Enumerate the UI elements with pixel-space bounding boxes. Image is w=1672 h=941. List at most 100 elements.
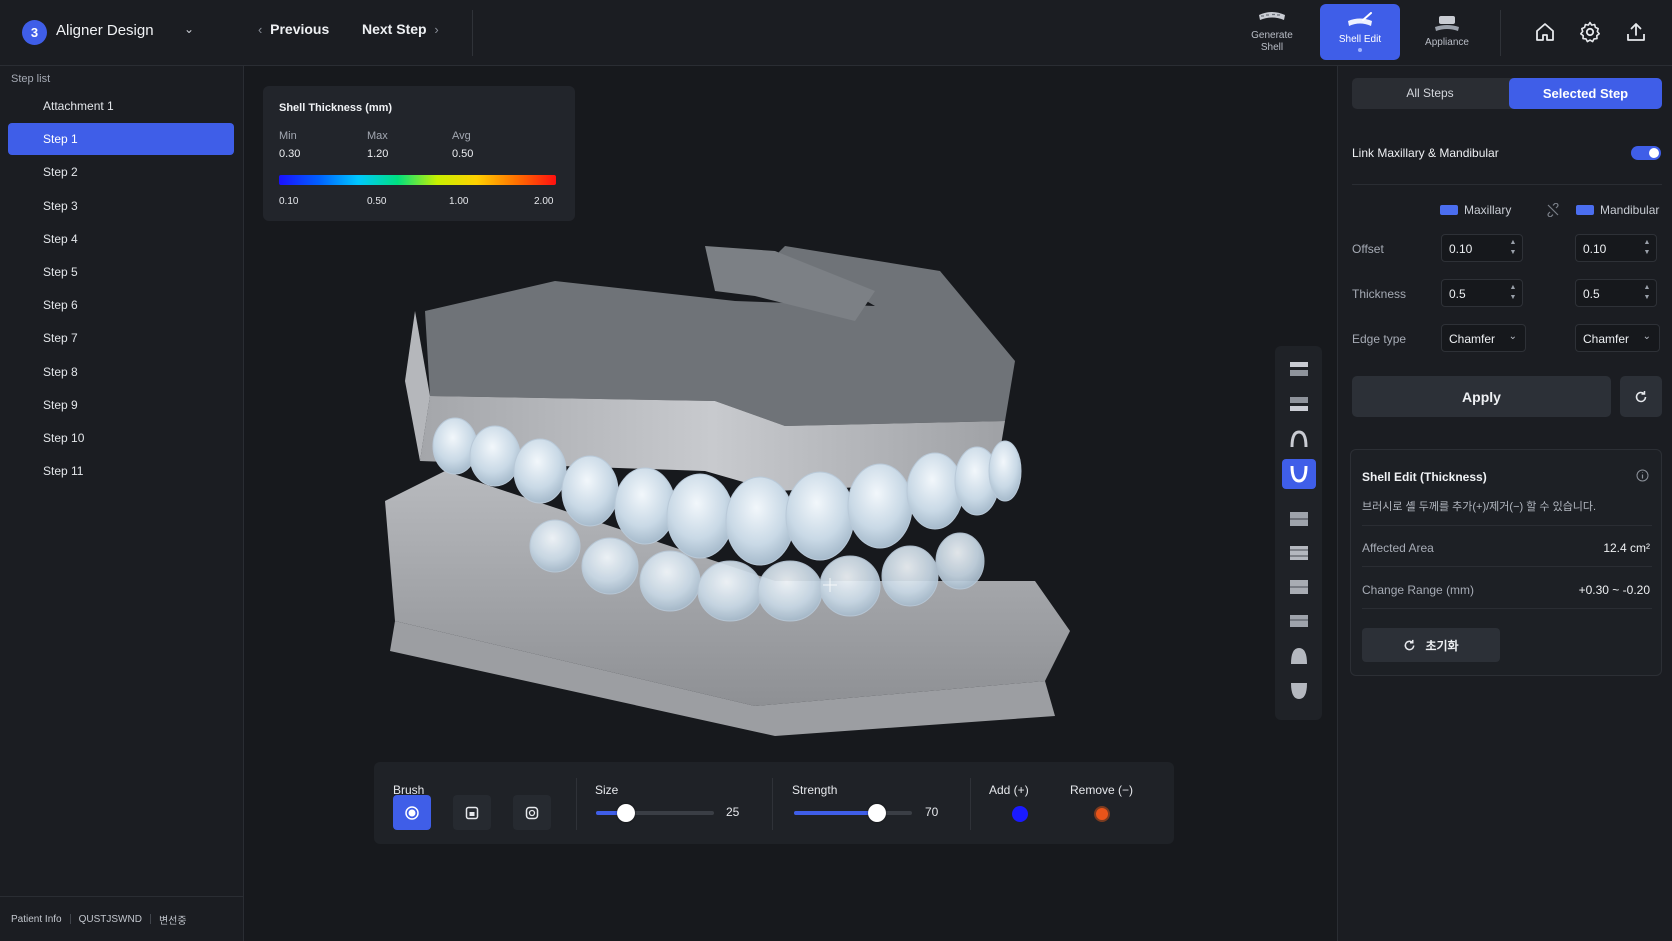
view-top-button[interactable]	[1282, 641, 1316, 671]
selected-step-tab[interactable]: Selected Step	[1509, 78, 1662, 109]
size-slider[interactable]	[596, 804, 714, 822]
bottom-view-icon	[1291, 683, 1307, 699]
view-back-button[interactable]	[1282, 538, 1316, 568]
appliance-icon	[1435, 16, 1459, 31]
upper-jaw-view-icon	[1290, 362, 1308, 376]
mandibular-thickness-input[interactable]: 0.5 ▲ ▼	[1575, 279, 1657, 307]
spinner-arrows-icon[interactable]: ▲ ▼	[1507, 283, 1519, 303]
unlink-icon[interactable]	[1546, 203, 1560, 217]
step-list-heading: Step list	[11, 73, 51, 85]
strength-value: 70	[925, 805, 939, 819]
strength-slider-handle[interactable]	[867, 804, 886, 822]
step-item[interactable]: Step 8	[8, 356, 234, 388]
divider	[1362, 608, 1652, 609]
square-brush-button[interactable]	[453, 795, 491, 830]
3d-viewport[interactable]: Shell Thickness (mm) Min Max Avg 0.30 1.…	[245, 66, 1337, 941]
maxillary-edge-select[interactable]: Chamfer ⌄	[1441, 324, 1526, 352]
step-item[interactable]: Step 5	[8, 256, 234, 288]
mandibular-offset-input[interactable]: 0.10 ▲ ▼	[1575, 234, 1657, 262]
size-label: Size	[595, 783, 619, 797]
reset-label: 초기화	[1425, 638, 1459, 653]
divider	[1500, 10, 1501, 56]
brush-toolbar: Brush Size 25 Strength 70 Add (+) Remove…	[374, 762, 1174, 844]
maxillary-offset-value: 0.10	[1449, 242, 1473, 256]
step-item[interactable]: Step 10	[8, 422, 234, 454]
circle-brush-icon	[405, 805, 419, 820]
spinner-arrows-icon[interactable]: ▲ ▼	[1641, 238, 1653, 258]
refresh-button[interactable]	[1620, 376, 1662, 417]
shell-edit-icon	[1348, 12, 1372, 26]
stage-title[interactable]: Aligner Design	[56, 22, 154, 39]
chevron-right-icon: ›	[434, 22, 439, 37]
export-button[interactable]	[1620, 16, 1652, 48]
maxillary-offset-input[interactable]: 0.10 ▲ ▼	[1441, 234, 1523, 262]
edge-type-label: Edge type	[1352, 332, 1407, 346]
chevron-down-icon[interactable]: ⌄	[184, 22, 194, 36]
square-brush-icon	[465, 806, 479, 819]
affected-area-label: Affected Area	[1362, 541, 1434, 555]
view-toolbar	[1275, 346, 1322, 720]
spinner-arrows-icon[interactable]: ▲ ▼	[1641, 283, 1653, 303]
spinner-arrows-icon[interactable]: ▲ ▼	[1507, 238, 1519, 258]
view-left-button[interactable]	[1282, 572, 1316, 602]
active-indicator-dot	[1358, 48, 1362, 52]
round-brush-button[interactable]	[393, 795, 431, 830]
maxillary-label: Maxillary	[1464, 203, 1512, 217]
strength-slider-fill	[794, 811, 877, 815]
mandibular-icon	[1576, 205, 1594, 215]
all-steps-tab[interactable]: All Steps	[1352, 78, 1508, 109]
mode-generate-shell[interactable]: Generate Shell	[1232, 4, 1312, 60]
step-item[interactable]: Step 4	[8, 223, 234, 255]
stage-number-badge: 3	[22, 20, 47, 45]
view-upper-button[interactable]	[1282, 354, 1316, 384]
view-maxillary-arch-button[interactable]	[1282, 424, 1316, 454]
reset-button[interactable]: 초기화	[1362, 628, 1500, 662]
step-item[interactable]: Step 6	[8, 289, 234, 321]
change-range-value: +0.30 ~ -0.20	[1578, 583, 1650, 597]
mandibular-edge-select[interactable]: Chamfer ⌄	[1575, 324, 1660, 352]
view-front-button[interactable]	[1282, 504, 1316, 534]
step-item[interactable]: Step 3	[8, 190, 234, 222]
divider	[1362, 525, 1652, 526]
view-mandibular-arch-button[interactable]	[1282, 459, 1316, 489]
view-right-button[interactable]	[1282, 606, 1316, 636]
divider	[69, 914, 71, 924]
apply-button[interactable]: Apply	[1352, 376, 1611, 417]
next-step-label: Next Step	[362, 21, 427, 37]
view-lower-button[interactable]	[1282, 389, 1316, 419]
add-mode-swatch[interactable]	[1012, 806, 1028, 822]
step-item[interactable]: Attachment 1	[8, 90, 234, 122]
strength-slider[interactable]	[794, 804, 912, 822]
size-value: 25	[726, 805, 740, 819]
step-item[interactable]: Step 9	[8, 389, 234, 421]
mode-shell-edit[interactable]: Shell Edit	[1320, 4, 1400, 60]
offset-label: Offset	[1352, 242, 1384, 256]
step-item[interactable]: Step 7	[8, 322, 234, 354]
home-button[interactable]	[1529, 16, 1561, 48]
next-step-button[interactable]: Next Step ›	[362, 21, 439, 37]
step-item[interactable]: Step 11	[8, 455, 234, 487]
settings-button[interactable]	[1574, 16, 1606, 48]
dental-model-render[interactable]	[355, 161, 1075, 761]
maxillary-thickness-input[interactable]: 0.5 ▲ ▼	[1441, 279, 1523, 307]
step-item-selected[interactable]: Step 1	[8, 123, 234, 156]
info-icon[interactable]	[1636, 469, 1649, 482]
link-jaws-toggle[interactable]	[1631, 146, 1661, 160]
view-bottom-button[interactable]	[1282, 676, 1316, 706]
previous-button[interactable]: ‹ Previous	[258, 21, 329, 37]
mandibular-arch-icon	[1290, 465, 1308, 483]
step-item[interactable]: Step 2	[8, 156, 234, 188]
mode-appliance[interactable]: Appliance	[1407, 4, 1487, 60]
smooth-brush-button[interactable]	[513, 795, 551, 830]
remove-mode-swatch[interactable]	[1094, 806, 1110, 822]
gear-icon	[1580, 21, 1600, 43]
change-range-label: Change Range (mm)	[1362, 583, 1475, 597]
max-label: Max	[367, 130, 388, 142]
maxillary-thickness-value: 0.5	[1449, 287, 1466, 301]
divider	[1352, 184, 1662, 185]
smooth-brush-icon	[525, 806, 539, 819]
thickness-label: Thickness	[1352, 287, 1407, 301]
patient-info-label[interactable]: Patient Info	[11, 914, 62, 925]
size-slider-handle[interactable]	[616, 804, 635, 822]
min-value: 0.30	[279, 148, 301, 160]
